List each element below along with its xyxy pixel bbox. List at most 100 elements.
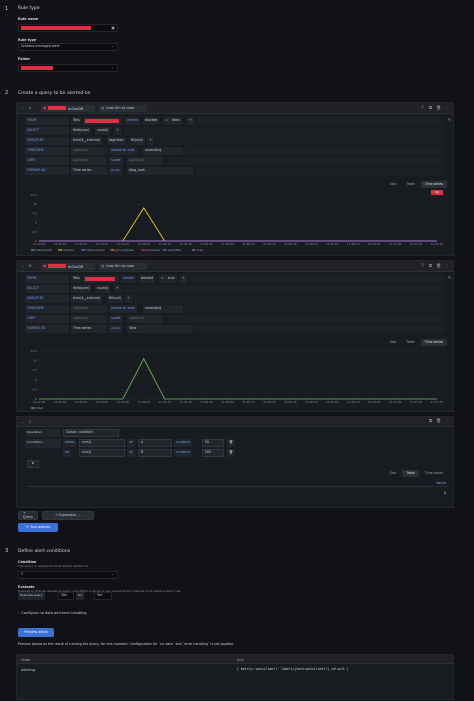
where-operator[interactable]: = bbox=[159, 275, 166, 283]
help-icon[interactable]: ? bbox=[420, 105, 425, 111]
format-as-select[interactable]: Time series bbox=[71, 167, 107, 175]
legend-label: sophiflair bbox=[168, 248, 183, 252]
value-column-header[interactable]: Value bbox=[436, 481, 446, 485]
x-tick-label: 11:44:30 bbox=[179, 242, 192, 246]
trash-icon[interactable]: 🗑 bbox=[227, 449, 235, 457]
query-ref[interactable]: A bbox=[29, 106, 31, 110]
tab-time-series[interactable]: Time series bbox=[420, 181, 447, 188]
where-operator[interactable]: = bbox=[163, 117, 170, 125]
where-value[interactable]: false bbox=[170, 117, 182, 125]
time-range-picker[interactable]: ◷ now-5m to now bbox=[99, 105, 147, 112]
where-field[interactable]: blocked bbox=[143, 117, 160, 125]
add-where-button[interactable]: + bbox=[180, 275, 187, 283]
select-field[interactable]: field(user) bbox=[71, 285, 92, 293]
collapse-icon[interactable]: ⌄ bbox=[21, 264, 24, 268]
where-value[interactable]: true bbox=[166, 275, 177, 283]
slimit-input[interactable]: (optional) bbox=[127, 315, 163, 323]
condition-threshold[interactable]: 50 bbox=[202, 439, 224, 447]
operation-select[interactable]: Classic condition bbox=[63, 429, 119, 437]
trash-icon[interactable]: 🗑 bbox=[436, 263, 441, 269]
for-input[interactable]: 5m bbox=[94, 592, 112, 600]
timezone-input[interactable]: (optional) bbox=[71, 305, 107, 313]
expression-ref[interactable]: C bbox=[29, 420, 32, 424]
copy-icon[interactable]: ⧉ bbox=[428, 105, 433, 111]
group-by-fill[interactable]: fill(null) bbox=[107, 295, 124, 303]
y-tick-label: 5 bbox=[35, 378, 37, 382]
from-measurement[interactable] bbox=[83, 117, 123, 125]
group-by-fill[interactable]: fill(null) bbox=[129, 137, 146, 145]
edit-icon[interactable]: ✎ bbox=[447, 117, 452, 123]
limit-input[interactable]: (optional) bbox=[71, 157, 107, 165]
add-expression-button[interactable]: + Expression ⌄ bbox=[42, 511, 94, 520]
add-query-button[interactable]: + Query bbox=[18, 511, 38, 520]
rule-type-select[interactable]: Grafana managed alert ⌄ bbox=[18, 43, 118, 51]
select-function[interactable]: count() bbox=[95, 127, 111, 135]
no-data-toggle[interactable]: › Configure no data and error handling bbox=[18, 611, 86, 615]
from-db[interactable]: Telis bbox=[71, 117, 81, 125]
add-group-button[interactable]: + bbox=[125, 295, 132, 303]
chevron-down-icon: ⌄ bbox=[111, 572, 114, 577]
condition-operator[interactable]: OR bbox=[63, 449, 72, 457]
expression-header: ⌄ C ⧉ 🗑 ⋮ bbox=[17, 417, 453, 427]
add-group-button[interactable]: + bbox=[147, 137, 154, 145]
condition-query[interactable]: B bbox=[138, 449, 172, 457]
condition-reducer[interactable]: sum() bbox=[79, 449, 125, 457]
drag-handle-icon[interactable]: ⋮ bbox=[444, 263, 449, 269]
group-by-tag[interactable]: tag(host) bbox=[107, 137, 126, 145]
alias-input[interactable]: Total bbox=[127, 325, 193, 333]
select-field[interactable]: field(user) bbox=[71, 127, 92, 135]
x-tick-label: 11:47:15 bbox=[410, 400, 423, 404]
add-select-button[interactable]: + bbox=[114, 127, 121, 135]
drag-handle-icon[interactable]: ⋮ bbox=[444, 418, 449, 424]
query-ref[interactable]: B bbox=[29, 264, 31, 268]
from-db[interactable]: Telis bbox=[71, 275, 81, 283]
copy-icon[interactable]: ⧉ bbox=[428, 418, 433, 424]
copy-icon[interactable]: ⧉ bbox=[428, 263, 433, 269]
format-as-select[interactable]: Time series bbox=[71, 325, 107, 333]
trash-icon[interactable]: 🗑 bbox=[436, 105, 441, 111]
time-range-value: now-5m to now bbox=[106, 106, 134, 111]
add-condition-button[interactable]: ⊕ bbox=[27, 460, 39, 468]
run-queries-button[interactable]: ↻ Run queries bbox=[18, 523, 58, 532]
chevron-down-icon: ⌄ bbox=[111, 65, 114, 70]
folder-select[interactable]: ⌄ bbox=[18, 64, 118, 72]
slimit-input[interactable]: (optional) bbox=[127, 157, 163, 165]
order-by-select[interactable]: ascending bbox=[143, 147, 183, 155]
datasource-picker[interactable]: ◉ InfluxDB bbox=[41, 105, 95, 112]
tab-table[interactable]: Table bbox=[402, 181, 418, 188]
condition-query[interactable]: A bbox=[138, 439, 172, 447]
drag-handle-icon[interactable]: ⋮ bbox=[444, 105, 449, 111]
condition-evaluator[interactable]: IS ABOVE bbox=[174, 439, 193, 447]
rule-name-input[interactable]: ▣ bbox=[18, 24, 118, 32]
order-by-select[interactable]: ascending bbox=[143, 305, 183, 313]
tab-time-series[interactable]: Time series bbox=[421, 470, 447, 477]
collapse-icon[interactable]: ⌄ bbox=[21, 420, 24, 424]
group-by-time[interactable]: time($__interval) bbox=[71, 295, 103, 303]
collapse-icon[interactable]: ⌄ bbox=[21, 106, 24, 110]
trash-icon[interactable]: 🗑 bbox=[436, 418, 441, 424]
edit-icon[interactable]: ✎ bbox=[447, 275, 452, 281]
where-field[interactable]: blocked bbox=[139, 275, 156, 283]
condition-when: WHEN bbox=[63, 439, 77, 447]
select-function[interactable]: count() bbox=[95, 285, 111, 293]
condition-evaluator[interactable]: IS ABOVE bbox=[174, 449, 193, 457]
condition-select[interactable]: C ⌄ bbox=[18, 571, 118, 579]
condition-threshold[interactable]: 500 bbox=[202, 449, 224, 457]
alias-input[interactable]: $tag_host bbox=[127, 167, 193, 175]
condition-reducer[interactable]: sum() bbox=[79, 439, 125, 447]
preview-alerts-button[interactable]: Preview alerts bbox=[18, 628, 54, 637]
group-by-time[interactable]: time($__interval) bbox=[71, 137, 103, 145]
limit-input[interactable]: (optional) bbox=[71, 315, 107, 323]
from-measurement[interactable] bbox=[83, 275, 119, 283]
tab-table[interactable]: Table bbox=[402, 470, 419, 477]
trash-icon[interactable]: 🗑 bbox=[227, 439, 235, 447]
help-icon[interactable]: ? bbox=[420, 263, 425, 269]
evaluate-every-input[interactable]: 30s bbox=[58, 592, 74, 600]
tab-stat[interactable]: Stat bbox=[386, 181, 400, 188]
timezone-input[interactable]: (optional) bbox=[71, 147, 107, 155]
add-where-button[interactable]: + bbox=[187, 117, 194, 125]
time-range-picker[interactable]: ◷ now-5m to now bbox=[99, 263, 147, 270]
add-select-button[interactable]: + bbox=[114, 285, 121, 293]
datasource-picker[interactable]: ◉ InfluxDB bbox=[41, 263, 95, 270]
tab-stat[interactable]: Stat bbox=[386, 470, 400, 477]
